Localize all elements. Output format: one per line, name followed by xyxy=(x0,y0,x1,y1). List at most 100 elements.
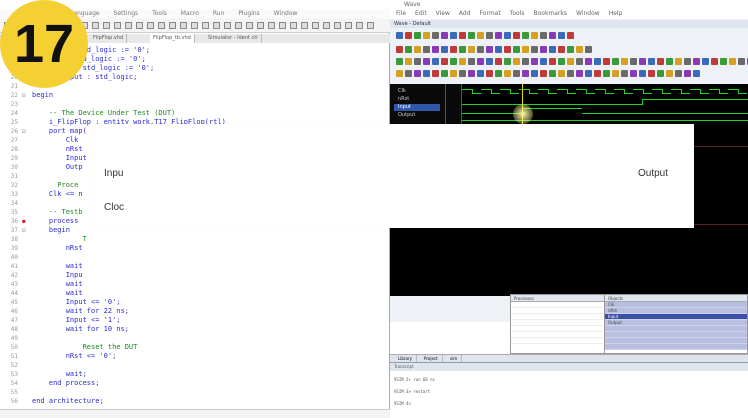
sim-toolbar-icon[interactable] xyxy=(603,70,610,77)
sim-menu-item[interactable]: File xyxy=(396,10,406,17)
sim-toolbar-icon[interactable] xyxy=(504,46,511,53)
sim-toolbar-icon[interactable] xyxy=(513,46,520,53)
fold-marker-icon[interactable]: ⊟ xyxy=(22,227,28,234)
menu-item[interactable]: Macro xyxy=(181,10,199,17)
signal-name[interactable]: Output xyxy=(398,112,415,119)
sim-toolbar-icon[interactable] xyxy=(468,70,475,77)
menu-item[interactable]: Plugins xyxy=(238,10,260,17)
sim-toolbar-icon[interactable] xyxy=(576,58,583,65)
sim-toolbar-icon[interactable] xyxy=(459,32,466,39)
sim-toolbar-icon[interactable] xyxy=(468,32,475,39)
toolbar-button-icon[interactable] xyxy=(224,22,231,29)
sim-toolbar-icon[interactable] xyxy=(540,58,547,65)
sim-toolbar-icon[interactable] xyxy=(675,58,682,65)
sim-toolbar-icon[interactable] xyxy=(459,46,466,53)
sim-toolbar-icon[interactable] xyxy=(468,46,475,53)
sim-toolbar-icon[interactable] xyxy=(441,70,448,77)
sim-toolbar-icon[interactable] xyxy=(477,32,484,39)
sim-menu-item[interactable]: Edit xyxy=(415,10,427,17)
toolbar-button-icon[interactable] xyxy=(103,22,110,29)
sim-toolbar-icon[interactable] xyxy=(450,58,457,65)
toolbar-button-icon[interactable] xyxy=(191,22,198,29)
sim-toolbar-icon[interactable] xyxy=(558,58,565,65)
sim-toolbar-icon[interactable] xyxy=(495,58,502,65)
toolbar-button-icon[interactable] xyxy=(345,22,352,29)
sim-toolbar-icon[interactable] xyxy=(432,70,439,77)
sim-toolbar-icon[interactable] xyxy=(594,58,601,65)
sim-toolbar-icon[interactable] xyxy=(585,70,592,77)
sim-toolbar-icon[interactable] xyxy=(567,70,574,77)
sim-toolbar-icon[interactable] xyxy=(567,46,574,53)
fold-marker-icon[interactable]: ⊟ xyxy=(22,92,28,99)
sim-toolbar-icon[interactable] xyxy=(405,58,412,65)
signal-name[interactable]: Input xyxy=(394,104,440,111)
breakpoint-icon[interactable]: ● xyxy=(22,218,26,225)
sim-toolbar-icon[interactable] xyxy=(549,46,556,53)
sim-toolbar-icon[interactable] xyxy=(495,32,502,39)
sim-toolbar-icon[interactable] xyxy=(630,70,637,77)
toolbar-button-icon[interactable] xyxy=(356,22,363,29)
sim-toolbar-icon[interactable] xyxy=(396,58,403,65)
sim-toolbar-icon[interactable] xyxy=(549,32,556,39)
sim-toolbar-icon[interactable] xyxy=(522,32,529,39)
menu-item[interactable]: Tools xyxy=(152,10,167,17)
sim-toolbar-icon[interactable] xyxy=(504,70,511,77)
toolbar-button-icon[interactable] xyxy=(246,22,253,29)
sim-toolbar-icon[interactable] xyxy=(468,58,475,65)
sim-toolbar-icon[interactable] xyxy=(612,58,619,65)
sim-toolbar-icon[interactable] xyxy=(693,58,700,65)
toolbar-button-icon[interactable] xyxy=(136,22,143,29)
sim-toolbar-icon[interactable] xyxy=(531,46,538,53)
sim-toolbar-icon[interactable] xyxy=(450,46,457,53)
sim-toolbar-icon[interactable] xyxy=(396,46,403,53)
sim-toolbar-icon[interactable] xyxy=(720,58,727,65)
sim-toolbar-icon[interactable] xyxy=(603,58,610,65)
toolbar-button-icon[interactable] xyxy=(202,22,209,29)
sim-toolbar-icon[interactable] xyxy=(648,58,655,65)
sim-toolbar-icon[interactable] xyxy=(675,70,682,77)
sim-toolbar-icon[interactable] xyxy=(405,46,412,53)
sim-toolbar-icon[interactable] xyxy=(459,58,466,65)
sim-toolbar-icon[interactable] xyxy=(441,32,448,39)
object-row[interactable] xyxy=(605,344,747,350)
sim-toolbar-icon[interactable] xyxy=(414,70,421,77)
toolbar-button-icon[interactable] xyxy=(92,22,99,29)
sim-toolbar-icon[interactable] xyxy=(549,70,556,77)
menu-item[interactable]: Settings xyxy=(114,10,139,17)
sim-toolbar-icon[interactable] xyxy=(495,70,502,77)
sim-toolbar-icon[interactable] xyxy=(405,32,412,39)
sim-toolbar-icon[interactable] xyxy=(639,58,646,65)
sim-toolbar-icon[interactable] xyxy=(504,32,511,39)
toolbar-button-icon[interactable] xyxy=(257,22,264,29)
sim-toolbar-icon[interactable] xyxy=(486,58,493,65)
sim-menu-item[interactable]: Help xyxy=(609,10,623,17)
toolbar-button-icon[interactable] xyxy=(180,22,187,29)
sim-toolbar-icon[interactable] xyxy=(558,70,565,77)
tab-flipflop-tb[interactable]: FlipFlop_tb.vhd xyxy=(150,34,195,43)
sim-toolbar-icon[interactable] xyxy=(558,32,565,39)
sim-toolbar-icon[interactable] xyxy=(612,70,619,77)
toolbar-button-icon[interactable] xyxy=(279,22,286,29)
tab-flipflop[interactable]: FlipFlop.vhd xyxy=(90,34,128,43)
sim-toolbar-icon[interactable] xyxy=(396,70,403,77)
sim-toolbar-icon[interactable] xyxy=(729,58,736,65)
sim-toolbar-icon[interactable] xyxy=(423,70,430,77)
sim-toolbar-icon[interactable] xyxy=(522,58,529,65)
toolbar-button-icon[interactable] xyxy=(301,22,308,29)
sim-toolbar-icon[interactable] xyxy=(657,58,664,65)
sim-toolbar-icon[interactable] xyxy=(432,46,439,53)
sim-toolbar-icon[interactable] xyxy=(738,58,745,65)
sim-toolbar-icon[interactable] xyxy=(540,46,547,53)
toolbar-button-icon[interactable] xyxy=(169,22,176,29)
sim-toolbar-icon[interactable] xyxy=(693,70,700,77)
sim-menu-item[interactable]: View xyxy=(436,10,450,17)
sim-toolbar-icon[interactable] xyxy=(639,70,646,77)
sim-toolbar-icon[interactable] xyxy=(477,58,484,65)
sim-menu-item[interactable]: Add xyxy=(459,10,471,17)
sim-toolbar-icon[interactable] xyxy=(423,58,430,65)
sim-toolbar-icon[interactable] xyxy=(495,46,502,53)
toolbar-button-icon[interactable] xyxy=(147,22,154,29)
sim-toolbar-icon[interactable] xyxy=(558,46,565,53)
sim-toolbar-icon[interactable] xyxy=(441,46,448,53)
sim-toolbar-icon[interactable] xyxy=(657,70,664,77)
